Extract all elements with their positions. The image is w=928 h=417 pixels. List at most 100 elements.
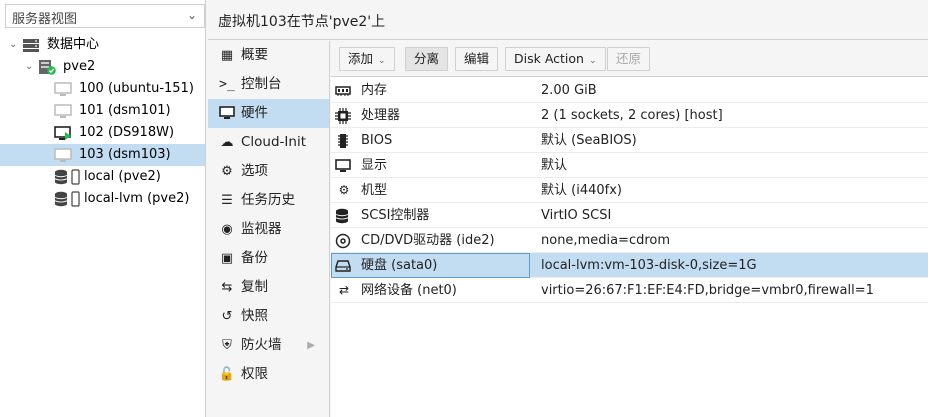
submenu-arrow-icon[interactable]: ▶ (307, 331, 315, 360)
edit-button-label: 编辑 (464, 51, 490, 66)
hardware-row-display[interactable]: 显示 默认 (331, 153, 928, 178)
view-selector-value: 服务器视图 (12, 12, 78, 27)
hdd-icon (335, 253, 353, 272)
collapse-icon[interactable]: ⌄ (9, 34, 21, 56)
desktop-icon (335, 153, 353, 173)
chevron-down-icon[interactable]: ⌄ (187, 8, 197, 22)
nav-item-label: 防火墙 (241, 337, 282, 353)
edit-button[interactable]: 编辑 (455, 47, 499, 71)
hardware-row-memory[interactable]: 内存 2.00 GiB (331, 78, 928, 103)
hardware-row-machine[interactable]: ⚙ 机型 默认 (i440fx) (331, 178, 928, 203)
storage-icon (54, 169, 80, 185)
exchange-icon: ⇄ (338, 283, 350, 297)
nav-item-replication[interactable]: ⇆ 复制 (208, 273, 329, 302)
hardware-value: 默认 (541, 158, 568, 173)
nav-item-label: 权限 (241, 366, 268, 382)
retweet-icon: ⇆ (221, 280, 233, 295)
nav-item-label: 概要 (241, 47, 268, 63)
revert-button-label: 还原 (616, 51, 642, 66)
resource-tree-panel: 服务器视图 ⌄ ⌄ 数据中心 ⌄ pve2 100 (ubuntu-151) 1… (0, 0, 206, 417)
revert-button[interactable]: 还原 (607, 47, 651, 71)
tree-node-storage-local[interactable]: local (pve2) (0, 166, 205, 188)
nav-item-cloud-init[interactable]: ☁ Cloud-Init (208, 128, 329, 157)
hardware-row-network[interactable]: ⇄ 网络设备 (net0) virtio=26:67:F1:EF:E4:FD,b… (331, 278, 928, 303)
nav-item-summary[interactable]: ▦ 概要 (208, 41, 329, 70)
resource-tree: ⌄ 数据中心 ⌄ pve2 100 (ubuntu-151) 101 (dsm1… (0, 34, 205, 210)
tree-node-label: 数据中心 (47, 37, 100, 52)
tree-node-vm-102[interactable]: 102 (DS918W) (0, 122, 205, 144)
tree-node-vm-100[interactable]: 100 (ubuntu-151) (0, 78, 205, 100)
detach-button[interactable]: 分离 (405, 47, 449, 71)
nav-item-permissions[interactable]: 🔓 权限 (208, 360, 329, 389)
tree-node-vm-103[interactable]: 103 (dsm103) (0, 144, 205, 166)
datacenter-icon (22, 37, 40, 53)
hardware-value: local-lvm:vm-103-disk-0,size=1G (541, 258, 757, 273)
view-selector[interactable]: 服务器视图 ⌄ (5, 4, 205, 28)
nav-item-label: 复制 (241, 279, 268, 295)
cogs-icon: ⚙ (338, 183, 350, 197)
hardware-value: 2.00 GiB (541, 83, 597, 98)
nav-item-label: 备份 (241, 250, 268, 266)
nav-item-task-history[interactable]: ☰ 任务历史 (208, 186, 329, 215)
disk-action-label: Disk Action (514, 51, 584, 66)
terminal-icon: >_ (219, 77, 235, 92)
nav-item-label: 快照 (241, 308, 268, 324)
chevron-down-icon: ⌄ (378, 56, 386, 66)
collapse-icon[interactable]: ⌄ (25, 56, 37, 78)
disk-action-button[interactable]: Disk Action ⌄ (505, 47, 606, 71)
nav-item-monitor[interactable]: ◉ 监视器 (208, 215, 329, 244)
tree-node-label: 101 (dsm101) (79, 103, 171, 118)
hardware-key: CD/DVD驱动器 (ide2) (361, 233, 495, 248)
nav-item-label: 任务历史 (241, 192, 295, 208)
chevron-down-icon: ⌄ (588, 56, 597, 66)
vm-stopped-icon (54, 147, 72, 163)
nav-item-snapshots[interactable]: ↺ 快照 (208, 302, 329, 331)
vm-config-nav: ▦ 概要 >_ 控制台 硬件 ☁ Cloud-Init ⚙ 选项 ☰ 任务历史 … (208, 41, 330, 417)
tree-node-vm-101[interactable]: 101 (dsm101) (0, 100, 205, 122)
add-button[interactable]: 添加 ⌄ (339, 47, 395, 71)
tree-node-storage-local-lvm[interactable]: local-lvm (pve2) (0, 188, 205, 210)
nav-item-hardware[interactable]: 硬件 (208, 99, 329, 128)
hardware-grid: 内存 2.00 GiB 处理器 2 (1 sockets, 2 cores) [… (331, 78, 928, 303)
cloud-icon: ☁ (220, 135, 234, 150)
hardware-value: 默认 (SeaBIOS) (541, 133, 637, 148)
vm-running-icon (54, 125, 72, 141)
hardware-key: 硬盘 (sata0) (361, 258, 438, 273)
hardware-row-scsi[interactable]: SCSI控制器 VirtIO SCSI (331, 203, 928, 228)
hardware-value: 默认 (i440fx) (541, 183, 622, 198)
monitor-icon (218, 99, 236, 120)
storage-icon (54, 191, 80, 207)
hardware-row-cpu[interactable]: 处理器 2 (1 sockets, 2 cores) [host] (331, 103, 928, 128)
vm-stopped-icon (54, 81, 72, 97)
hardware-key: 显示 (361, 158, 388, 173)
nav-item-console[interactable]: >_ 控制台 (208, 70, 329, 99)
tree-node-label: local (pve2) (84, 169, 161, 184)
tree-node-label: 103 (dsm103) (79, 147, 171, 162)
hardware-row-bios[interactable]: BIOS 默认 (SeaBIOS) (331, 128, 928, 153)
hardware-value: 2 (1 sockets, 2 cores) [host] (541, 108, 723, 123)
vm-stopped-icon (54, 103, 72, 119)
tree-node-pve2[interactable]: ⌄ pve2 (0, 56, 205, 78)
gear-icon: ⚙ (221, 164, 233, 179)
nav-item-firewall[interactable]: ⛨ 防火墙 ▶ (208, 331, 329, 360)
hardware-row-hard-disk[interactable]: 硬盘 (sata0) local-lvm:vm-103-disk-0,size=… (331, 253, 928, 278)
microchip-icon (335, 128, 353, 149)
shield-icon: ⛨ (222, 338, 232, 353)
hardware-row-cdrom[interactable]: CD/DVD驱动器 (ide2) none,media=cdrom (331, 228, 928, 253)
page-title: 虚拟机103在节点'pve2'上 (218, 14, 386, 30)
hardware-value: virtio=26:67:F1:EF:E4:FD,bridge=vmbr0,fi… (541, 283, 874, 298)
tree-node-label: 102 (DS918W) (79, 125, 175, 140)
tree-node-label: 100 (ubuntu-151) (79, 81, 194, 96)
detach-button-label: 分离 (414, 51, 440, 66)
nav-item-backup[interactable]: ▣ 备份 (208, 244, 329, 273)
nav-item-label: Cloud-Init (241, 134, 307, 150)
hardware-key: BIOS (361, 133, 393, 148)
nav-item-label: 选项 (241, 163, 268, 179)
hardware-value: VirtIO SCSI (541, 208, 612, 223)
hardware-key: SCSI控制器 (361, 208, 430, 223)
book-icon: ▦ (220, 48, 234, 63)
tree-node-datacenter[interactable]: ⌄ 数据中心 (0, 34, 205, 56)
hardware-toolbar: 添加 ⌄ 分离 编辑 Disk Action ⌄ 还原 (331, 41, 928, 77)
nav-item-options[interactable]: ⚙ 选项 (208, 157, 329, 186)
nav-item-label: 硬件 (241, 105, 268, 121)
